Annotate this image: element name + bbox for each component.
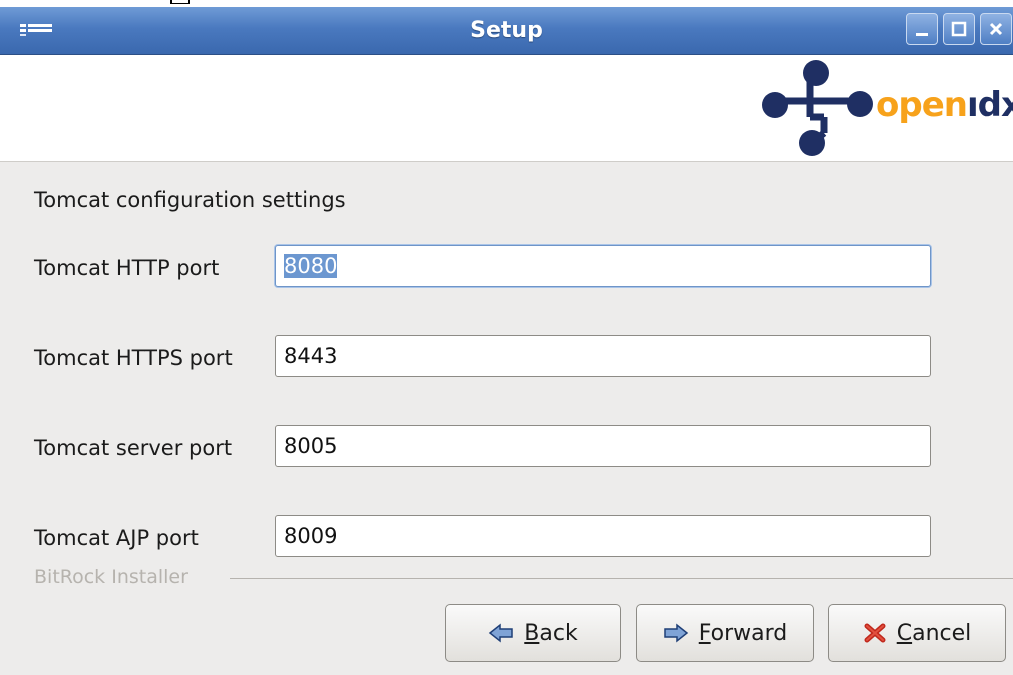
back-label: Back [524, 621, 577, 646]
back-label-rest: ack [539, 620, 578, 646]
server-port-value: 8005 [284, 434, 338, 458]
arrow-left-icon [489, 623, 514, 643]
forward-button[interactable]: Forward [636, 604, 814, 662]
installer-label: BitRock Installer [34, 566, 188, 588]
minimize-icon [916, 33, 928, 36]
https-port-label: Tomcat HTTPS port [34, 346, 233, 370]
forward-mnemonic: F [698, 620, 711, 646]
server-port-label: Tomcat server port [34, 436, 233, 460]
cancel-button[interactable]: Cancel [828, 604, 1006, 662]
https-port-input[interactable]: 8443 [275, 335, 931, 377]
ajp-port-value: 8009 [284, 524, 338, 548]
server-port-input[interactable]: 8005 [275, 425, 931, 467]
logo-text-dx: ıdx [966, 85, 1013, 125]
cancel-mnemonic: C [896, 620, 913, 646]
cancel-label-rest: ancel [912, 620, 972, 646]
window-title: Setup [470, 18, 543, 43]
cancel-label: Cancel [897, 621, 972, 646]
arrow-right-icon [664, 623, 688, 643]
cancel-x-icon [864, 623, 886, 643]
setup-window: Setup openıdx Tomcat configuration setti… [0, 0, 1013, 675]
close-button[interactable] [980, 13, 1012, 45]
maximize-button[interactable] [943, 13, 975, 45]
title-bar[interactable]: Setup [0, 7, 1013, 55]
forward-label-rest: orward [710, 620, 788, 646]
section-title: Tomcat configuration settings [34, 188, 346, 212]
top-strip [0, 0, 1013, 7]
close-icon [989, 22, 1003, 36]
openmdx-logo-icon [762, 60, 873, 156]
openmdx-logo-text: openıdx [876, 85, 1013, 125]
header-banner: openıdx [0, 55, 1013, 162]
footer-divider [230, 578, 1013, 579]
top-strip-fragment [170, 0, 190, 4]
https-port-value: 8443 [284, 344, 338, 368]
back-button[interactable]: Back [445, 604, 621, 662]
logo-text-open: open [876, 85, 968, 125]
ajp-port-input[interactable]: 8009 [275, 515, 931, 557]
minimize-button[interactable] [906, 13, 938, 45]
http-port-input[interactable]: 8080 [275, 245, 931, 287]
ajp-port-label: Tomcat AJP port [34, 526, 199, 550]
back-mnemonic: B [524, 620, 540, 646]
http-port-value: 8080 [284, 254, 338, 278]
maximize-icon [951, 21, 967, 37]
http-port-label: Tomcat HTTP port [34, 256, 220, 280]
forward-label: Forward [699, 621, 787, 646]
